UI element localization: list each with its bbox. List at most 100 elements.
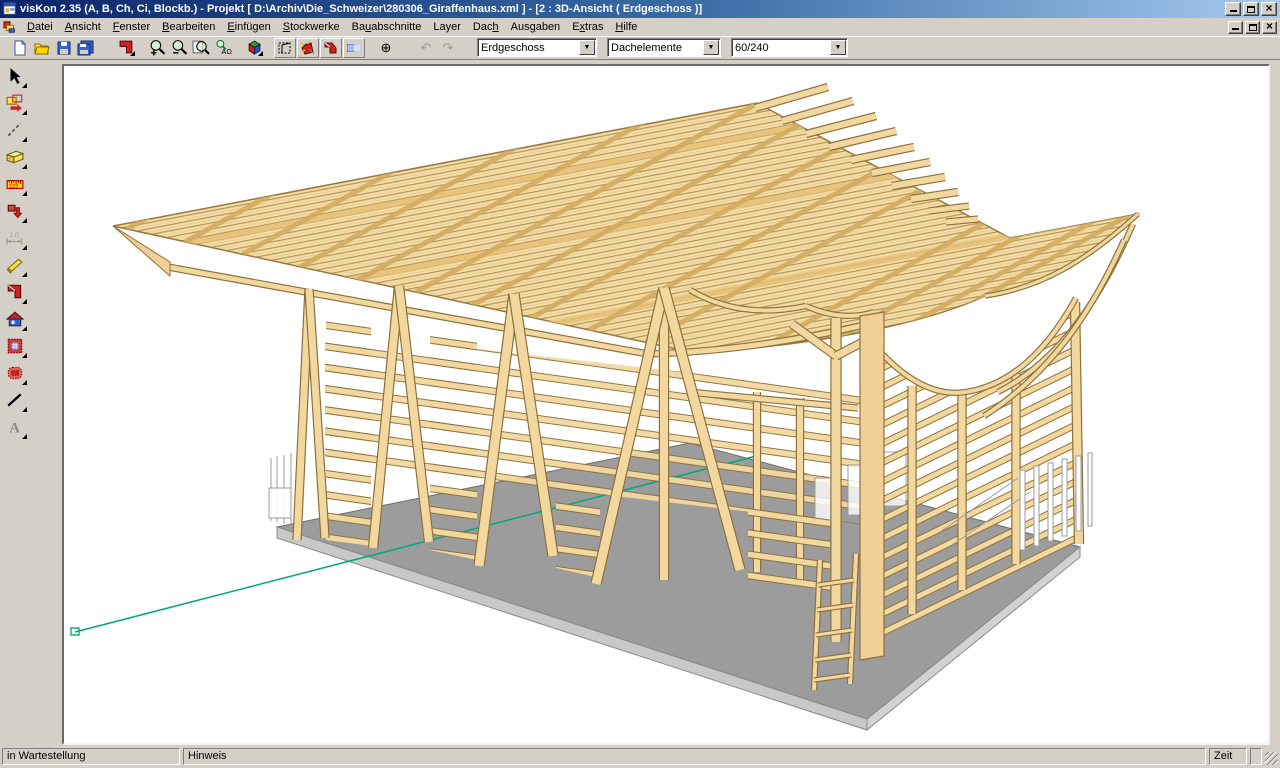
status-extra-panel [1250, 748, 1262, 765]
undo-button[interactable]: ↶ [415, 38, 437, 58]
menu-layer[interactable]: Layer [427, 19, 467, 35]
right-wall [862, 298, 1080, 650]
status-hint: Hinweis [183, 748, 1206, 765]
storey-value: Erdgeschoss [478, 42, 578, 54]
menu-dach[interactable]: Dach [467, 19, 505, 35]
flyout-arrow-icon [22, 191, 27, 196]
flyout-arrow-icon [22, 407, 27, 412]
save-icon [56, 40, 72, 56]
3d-view-canvas[interactable] [64, 66, 1268, 743]
view-hidden-line-button[interactable] [297, 38, 319, 58]
menu-ansicht[interactable]: Ansicht [59, 19, 107, 35]
flyout-arrow-icon [22, 326, 27, 331]
menu-stockwerke[interactable]: Stockwerke [277, 19, 346, 35]
zoom-in-button[interactable] [146, 38, 168, 58]
menu-hilfe[interactable]: Hilfe [609, 19, 643, 35]
crosshair-icon: ⊕ [381, 41, 392, 54]
chevron-down-icon[interactable]: ▼ [579, 40, 595, 55]
roof [110, 66, 1268, 372]
zoom-out-icon [171, 39, 188, 56]
flyout-arrow-icon [22, 434, 27, 439]
redo-icon: ↷ [443, 41, 454, 54]
flyout-arrow-icon [22, 83, 27, 88]
zoom-out-button[interactable] [168, 38, 190, 58]
tool-select-button[interactable] [2, 63, 28, 89]
flyout-arrow-icon [22, 380, 27, 385]
mdi-restore-icon [1249, 24, 1257, 31]
element-combobox[interactable]: Dachelemente ▼ [607, 38, 721, 57]
status-mode: in Wartestellung [2, 748, 180, 765]
tool-text-button[interactable]: A [2, 414, 28, 440]
view-cube-button[interactable] [243, 38, 265, 58]
open-file-button[interactable] [31, 38, 53, 58]
tool-wall-dotted-button[interactable] [2, 360, 28, 386]
tool-measure-button[interactable]: 123 [2, 171, 28, 197]
cross-section-combobox[interactable]: 60/240 ▼ [731, 38, 848, 57]
menubar: DateiAnsichtFensterBearbeitenEinfügenSto… [0, 18, 1280, 36]
3d-viewport[interactable] [62, 64, 1270, 745]
menu-extras[interactable]: Extras [566, 19, 609, 35]
chevron-down-icon[interactable]: ▼ [703, 40, 719, 55]
mdi-close-icon: × [1266, 20, 1273, 32]
element-value: Dachelemente [608, 42, 702, 54]
tool-house-button[interactable] [2, 306, 28, 332]
menu-ausgaben[interactable]: Ausgaben [505, 19, 567, 35]
tool-dimension-button[interactable]: 1.0 [2, 225, 28, 251]
cross-section-value: 60/240 [732, 42, 829, 54]
mdi-minimize-icon [1232, 23, 1239, 30]
save-button[interactable] [53, 38, 75, 58]
zoom-in-icon [149, 39, 166, 56]
mdi-restore-button[interactable] [1245, 21, 1260, 34]
flyout-arrow-icon [22, 245, 27, 250]
svg-text:1.0: 1.0 [9, 232, 19, 239]
restore-button[interactable] [1243, 2, 1259, 16]
flyout-arrow-icon [22, 218, 27, 223]
flyout-arrow-icon [22, 299, 27, 304]
save-all-button[interactable] [75, 38, 97, 58]
flyout-arrow-icon [22, 272, 27, 277]
close-icon: × [1265, 2, 1272, 14]
tool-line-button[interactable] [2, 387, 28, 413]
redo-button[interactable]: ↷ [437, 38, 459, 58]
new-file-button[interactable] [9, 38, 31, 58]
resize-grip[interactable] [1265, 752, 1278, 765]
view-shaded-icon [323, 40, 339, 56]
zoom-window-icon [192, 39, 210, 56]
view-textured-button[interactable] [343, 38, 365, 58]
roof-plan-button[interactable] [115, 38, 137, 58]
tool-move-beam-button[interactable] [2, 198, 28, 224]
flyout-arrow-icon [22, 137, 27, 142]
menu-fenster[interactable]: Fenster [107, 19, 156, 35]
zoom-text-button[interactable]: AΩ [212, 38, 234, 58]
main-area: 123 1.0 A [0, 60, 1280, 745]
chevron-down-icon[interactable]: ▼ [830, 40, 846, 55]
statusbar: in Wartestellung Hinweis Zeit [0, 745, 1280, 768]
undo-icon: ↶ [421, 41, 432, 54]
svg-text:A: A [9, 421, 20, 436]
menu-bearbeiten[interactable]: Bearbeiten [156, 19, 221, 35]
tool-construction-line-button[interactable] [2, 117, 28, 143]
tool-panel-checker-button[interactable] [2, 333, 28, 359]
left-tool-column: 123 1.0 A [0, 62, 30, 441]
new-file-icon [12, 40, 28, 56]
mdi-close-button[interactable]: × [1262, 21, 1277, 34]
menu-einfügen[interactable]: Einfügen [221, 19, 276, 35]
flyout-arrow-icon [258, 51, 263, 56]
zoom-window-button[interactable] [190, 38, 212, 58]
mdi-child-icon [3, 20, 17, 34]
tool-copy-beam-button[interactable] [2, 90, 28, 116]
minimize-button[interactable] [1225, 2, 1241, 16]
menu-datei[interactable]: Datei [21, 19, 59, 35]
tool-timber-beam-button[interactable] [2, 144, 28, 170]
mdi-minimize-button[interactable] [1228, 21, 1243, 34]
view-shaded-button[interactable] [320, 38, 342, 58]
close-button[interactable]: × [1261, 2, 1277, 16]
menu-bauabschnitte[interactable]: Bauabschnitte [346, 19, 428, 35]
center-crosshair-button[interactable]: ⊕ [375, 38, 397, 58]
app-icon [3, 2, 17, 16]
tool-roof-corner-button[interactable] [2, 279, 28, 305]
view-wireframe-button[interactable] [274, 38, 296, 58]
tool-beam-draw-button[interactable] [2, 252, 28, 278]
storey-combobox[interactable]: Erdgeschoss ▼ [477, 38, 597, 57]
view-textured-icon [346, 40, 362, 56]
